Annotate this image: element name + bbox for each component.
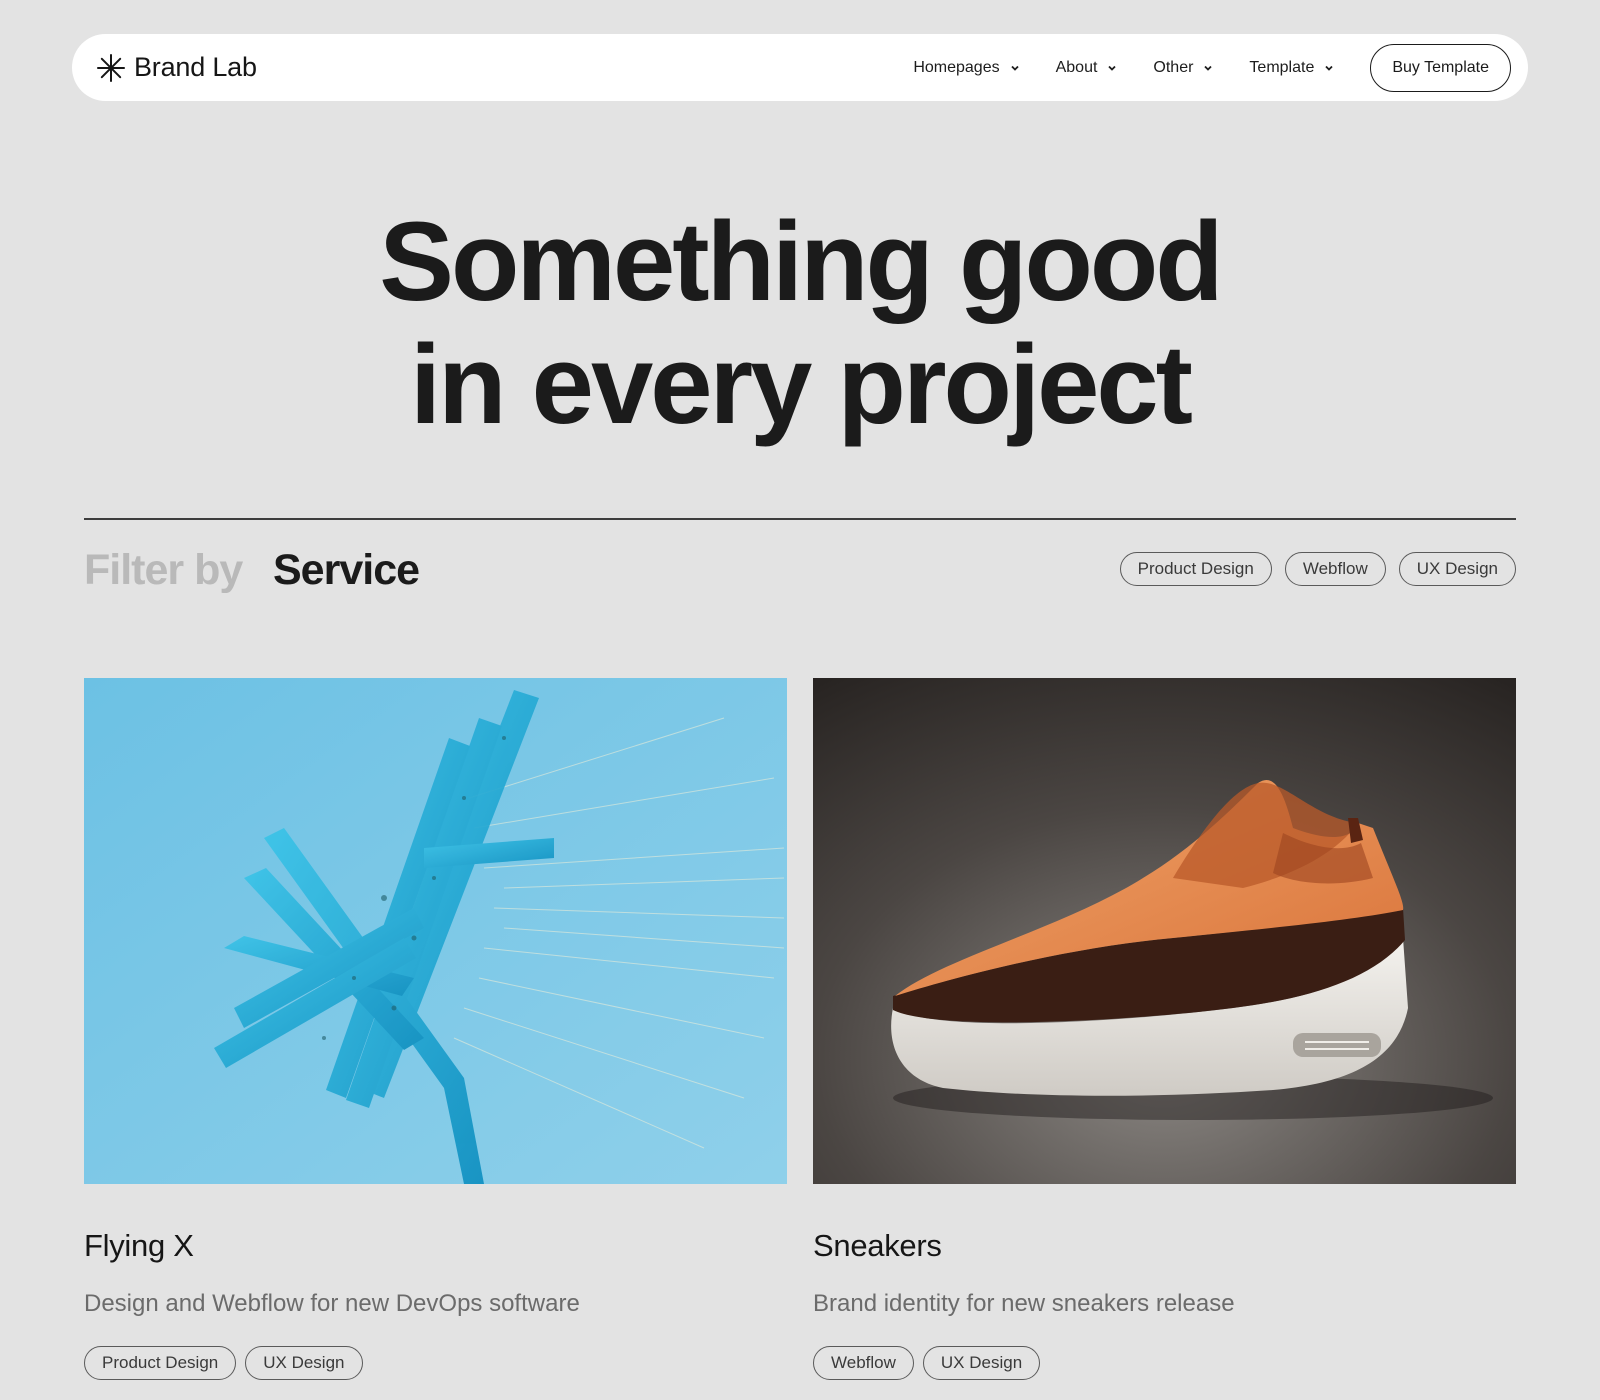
filter-value: Service (273, 546, 420, 594)
project-card-sneakers[interactable]: Sneakers Brand identity for new sneakers… (813, 678, 1516, 1380)
project-image-flying-x[interactable] (84, 678, 787, 1184)
brand-logo[interactable]: Brand Lab (96, 52, 257, 83)
project-tag[interactable]: Webflow (813, 1346, 914, 1380)
project-image-sneakers[interactable] (813, 678, 1516, 1184)
chevron-down-icon (1108, 65, 1117, 71)
nav-item-about[interactable]: About (1056, 59, 1118, 77)
nav-item-label: Template (1249, 58, 1315, 76)
top-nav: Brand Lab Homepages About Other Template… (72, 34, 1528, 101)
page: Brand Lab Homepages About Other Template… (0, 0, 1600, 1400)
filter-label: Filter by (84, 546, 243, 594)
chevron-down-icon (1325, 65, 1333, 71)
project-title[interactable]: Sneakers (813, 1228, 1516, 1264)
filter-tag-product-design[interactable]: Product Design (1119, 552, 1272, 586)
nav-item-other[interactable]: Other (1153, 59, 1213, 77)
asterisk-icon (97, 53, 125, 82)
project-description: Brand identity for new sneakers release (813, 1290, 1235, 1317)
filter-tag-ux-design[interactable]: UX Design (1398, 552, 1516, 586)
buy-template-button[interactable]: Buy Template (1370, 43, 1511, 92)
nav-item-label: Other (1153, 58, 1194, 76)
nav-item-label: Homepages (913, 58, 1000, 76)
section-divider (84, 518, 1516, 520)
project-card-flying-x[interactable]: Flying X Design and Webflow for new DevO… (84, 678, 787, 1380)
hero-heading: Something good in every project (0, 200, 1600, 446)
filter-tag-webflow[interactable]: Webflow (1284, 552, 1386, 586)
project-description: Design and Webflow for new DevOps softwa… (84, 1290, 580, 1317)
nav-menu: Homepages About Other Template Buy Templ… (913, 43, 1511, 92)
filter-tags: Product Design Webflow UX Design (1119, 552, 1516, 586)
project-tag[interactable]: UX Design (245, 1346, 363, 1380)
hero-line-2: in every project (410, 322, 1193, 447)
nav-item-homepages[interactable]: Homepages (913, 59, 1019, 77)
chevron-down-icon (1010, 65, 1019, 71)
project-tags: Webflow UX Design (813, 1346, 1516, 1380)
project-tags: Product Design UX Design (84, 1346, 787, 1380)
chevron-down-icon (1204, 65, 1213, 71)
project-tag[interactable]: Product Design (84, 1346, 237, 1380)
project-title[interactable]: Flying X (84, 1228, 787, 1264)
nav-item-template[interactable]: Template (1249, 59, 1334, 77)
nav-item-label: About (1055, 58, 1098, 76)
project-tag[interactable]: UX Design (922, 1346, 1041, 1380)
brand-name: Brand Lab (134, 52, 257, 82)
hero-line-1: Something good (379, 199, 1223, 324)
